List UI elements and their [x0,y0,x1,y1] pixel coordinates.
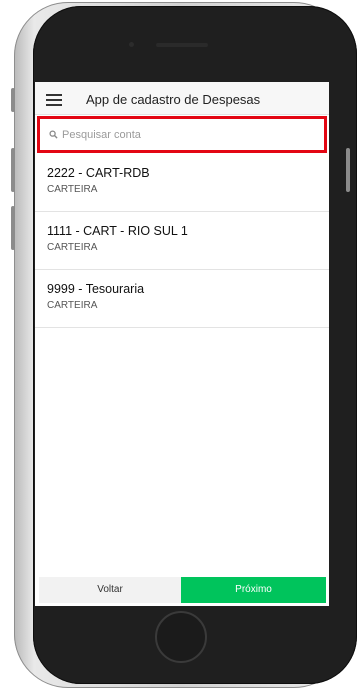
volume-up-button [11,148,15,192]
account-type: CARTEIRA [47,300,98,311]
account-list: 2222 - CART-RDB CARTEIRA 1111 - CART - R… [35,154,329,328]
back-button[interactable]: Voltar [39,577,181,603]
list-item[interactable]: 9999 - Tesouraria CARTEIRA [35,270,329,328]
next-button[interactable]: Próximo [181,577,326,603]
account-type: CARTEIRA [47,184,98,195]
menu-icon[interactable] [46,94,62,106]
account-name: 1111 - CART - RIO SUL 1 [47,224,188,238]
app-screen: App de cadastro de Despesas 2222 - CART-… [35,82,329,606]
search-icon [49,130,58,139]
list-item[interactable]: 1111 - CART - RIO SUL 1 CARTEIRA [35,212,329,270]
earpiece-speaker [156,43,208,47]
account-type: CARTEIRA [47,242,98,253]
account-name: 2222 - CART-RDB [47,166,150,180]
home-button[interactable] [155,611,207,663]
volume-down-button [11,206,15,250]
search-bar[interactable] [37,116,327,153]
footer-actions: Voltar Próximo [39,577,326,603]
power-button [346,148,350,192]
app-header: App de cadastro de Despesas [35,82,329,115]
mute-switch [11,88,15,112]
search-input[interactable] [62,125,312,145]
list-item[interactable]: 2222 - CART-RDB CARTEIRA [35,154,329,212]
page-title: App de cadastro de Despesas [86,92,261,107]
front-camera [129,42,134,47]
account-name: 9999 - Tesouraria [47,282,145,296]
